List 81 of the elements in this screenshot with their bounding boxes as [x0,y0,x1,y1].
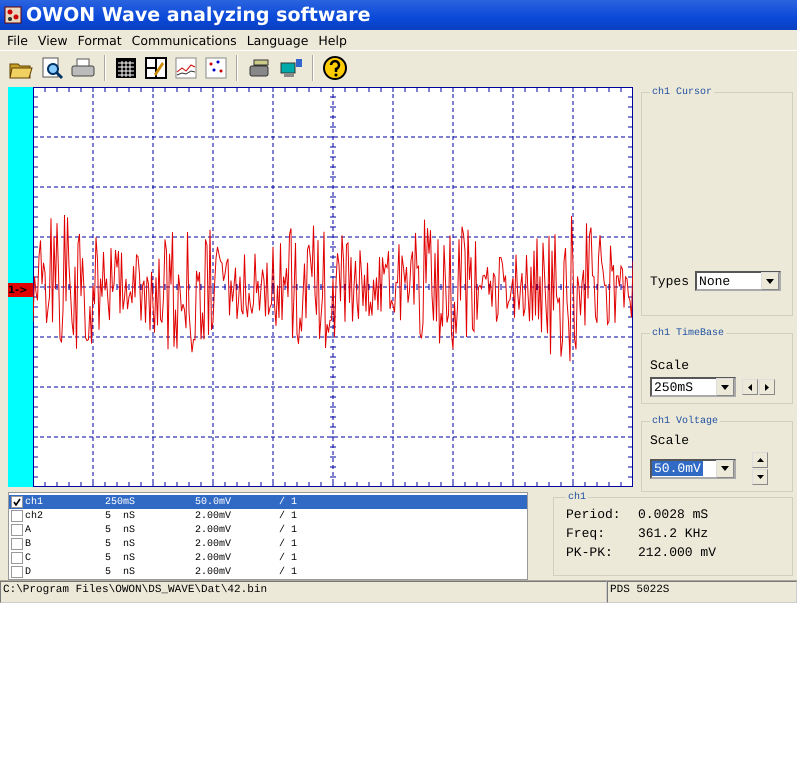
voltage-cell-text: 2.00mV [195,510,232,522]
checkbox[interactable] [11,510,23,522]
checkbox[interactable] [11,566,23,578]
checkbox[interactable] [11,496,23,508]
scatter-chart-icon[interactable] [204,56,228,80]
right-arrow-button[interactable] [759,379,775,395]
left-arrow-button[interactable] [742,379,758,395]
channel-name: ch1 [25,496,44,508]
up-arrow-button[interactable] [752,452,768,468]
channel-row[interactable]: D 5 nS 2.00mV / 1 [9,565,527,579]
channel-name: D [25,566,32,578]
voltage-cell-text: 2.00mV [195,524,232,536]
timebase-dropdown[interactable]: 250mS [650,377,736,397]
channel-marker: 1-> [8,283,33,297]
checkbox[interactable] [11,552,23,564]
group-title: ch1 [567,492,588,503]
group-title: ch1 Cursor [651,87,714,98]
measurement-label: Freq: [566,526,606,541]
window-title: OWON Wave analyzing software [26,4,370,26]
app-icon [4,6,22,24]
timebase-cell-text: 5 nS [105,566,136,578]
channel-row[interactable]: C 5 nS 2.00mV / 1 [9,551,527,565]
voltage-cell-text: 50.0mV [195,496,232,508]
voltage-cell-text: 2.00mV [195,552,232,564]
ratio-cell-text: / 1 [279,496,298,508]
ratio-cell-text: / 1 [279,566,298,578]
channel-name: ch2 [25,510,44,522]
ratio-cell-text: / 1 [279,538,298,550]
timebase-cell-text: 5 nS [105,524,136,536]
channel-row[interactable]: ch1 250mS 50.0mV / 1 [9,495,527,509]
measurement-value: 361.2 KHz [638,526,710,541]
caret-icon [721,384,729,390]
menu-item[interactable]: View [32,32,73,48]
group-title: ch1 TimeBase [651,328,726,340]
measurement-value: 212.000 mV [638,545,718,560]
caret-icon [721,466,729,471]
timebase-cell-text: 5 nS [105,538,136,550]
checkbox[interactable] [11,538,23,550]
timebase-cell-text: 5 nS [105,552,136,564]
left-triangle-icon [748,384,752,390]
file-path: C:\Program Files\OWON\DS_WAVE\Dat\42.bin [0,581,607,603]
menu-item[interactable]: File [2,32,33,48]
computer-icon[interactable] [278,56,304,80]
menu-item[interactable]: Format [72,32,127,48]
measurement-label: Period: [566,507,622,522]
voltage-cell-text: 2.00mV [195,538,232,550]
down-triangle-icon [756,475,764,479]
menu-item[interactable]: Communications [126,32,242,48]
channel-name: B [25,538,32,550]
group-title: ch1 Voltage [651,416,720,427]
ratio-cell-text: / 1 [279,552,298,564]
ratio-cell-text: / 1 [279,524,298,536]
table-icon[interactable] [114,56,138,80]
channel-name: C [25,552,32,564]
types-label: Types [650,274,690,289]
timebase-cell-text: 250mS [105,496,136,508]
ratio-cell-text: / 1 [279,510,298,522]
up-triangle-icon [756,458,764,462]
channel-row[interactable]: ch2 5 nS 2.00mV / 1 [9,509,527,523]
search-icon[interactable] [40,56,64,80]
scale-label: Scale [650,433,690,448]
channel-row[interactable]: B 5 nS 2.00mV / 1 [9,537,527,551]
checkbox[interactable] [11,524,23,536]
voltage-cell-text: 2.00mV [195,566,232,578]
timebase-cell-text: 5 nS [105,510,136,522]
pencil-grid-icon[interactable] [144,56,168,80]
menu-item[interactable]: Language [242,32,314,48]
device-model: PDS 5022S [607,581,797,603]
channel-row[interactable]: A 5 nS 2.00mV / 1 [9,523,527,537]
channel-name: A [25,524,32,536]
help-icon[interactable] [322,55,348,81]
caret-icon [766,278,774,284]
right-triangle-icon [765,384,769,390]
measurement-label: PK-PK: [566,545,614,560]
measurement-value: 0.0028 mS [638,507,710,522]
scale-label: Scale [650,358,690,373]
menu-item[interactable]: Help [313,32,352,48]
line-chart-icon[interactable] [174,56,198,80]
voltage-dropdown[interactable]: 50.0mV [650,458,736,478]
down-arrow-button[interactable] [752,469,768,485]
types-dropdown[interactable]: None [695,271,782,292]
